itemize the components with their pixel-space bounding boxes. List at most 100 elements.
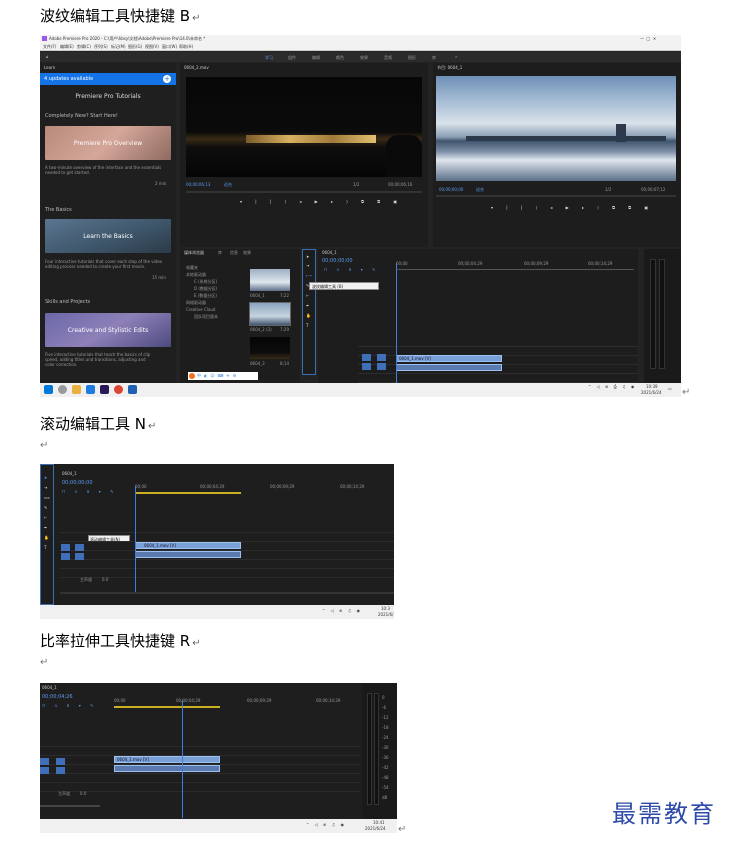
work-area-bar[interactable] — [135, 492, 241, 494]
timeline-tab[interactable]: 0604_1 — [62, 471, 77, 476]
playhead[interactable] — [135, 486, 136, 594]
menu-item-clip[interactable]: 剪辑(C) — [77, 44, 91, 50]
type-tool-icon[interactable]: T — [44, 545, 46, 550]
tree-item-network[interactable]: 网络驱动器 — [186, 300, 206, 306]
source-fit[interactable]: 适合 — [224, 182, 232, 188]
more-workspaces-icon[interactable]: » — [455, 54, 457, 59]
word-icon[interactable] — [128, 385, 137, 394]
tree-item-e-drive[interactable]: E (数据分区) — [194, 293, 217, 299]
program-scrub-bar[interactable] — [436, 195, 676, 197]
slip-tool-icon[interactable]: ⊢ — [44, 515, 47, 520]
start-icon[interactable] — [44, 385, 53, 394]
track-target-v1[interactable] — [362, 354, 371, 361]
menu-item-help[interactable]: 帮助(H) — [179, 44, 193, 50]
panel-tab-info[interactable]: 信息 — [230, 250, 238, 256]
search-icon[interactable] — [58, 385, 67, 394]
tutorial-card-basics[interactable]: Learn the Basics — [45, 219, 171, 253]
audio-clip[interactable] — [396, 364, 502, 371]
track-select-tool-icon[interactable]: ⇥ — [44, 485, 47, 490]
track-select-tool-icon[interactable]: ⇥ — [306, 263, 309, 268]
video-clip[interactable]: 0604_1.mov [V] — [396, 355, 502, 362]
workspace-tab-graphics[interactable]: 图形 — [408, 55, 416, 61]
panel-tab-effects[interactable]: 效果 — [243, 250, 251, 256]
hand-tool-icon[interactable]: ✋ — [306, 313, 311, 318]
track-target-a1-alt[interactable] — [377, 363, 386, 370]
timeline-scrollbar[interactable] — [40, 805, 100, 807]
window-controls[interactable]: — □ ✕ — [640, 36, 656, 41]
track-target-v1-alt[interactable] — [56, 758, 65, 765]
program-transport-controls[interactable]: ▾ | | ⟨ ◂ ▶ ▸ ⟩ ⧉ ⧉ ▣ — [491, 205, 654, 210]
media-thumbnail[interactable] — [250, 269, 290, 291]
timeline-toolbar-icons[interactable]: ⊓ ∩ ⊻ ▾ ✎ — [62, 489, 117, 494]
explorer-icon[interactable] — [72, 385, 81, 394]
video-clip[interactable]: 0604_1.mov [V] — [114, 756, 220, 763]
selection-tool-icon[interactable]: ➤ — [306, 254, 309, 259]
tray-icons[interactable]: ⌃ ◁ ⊕ ♫ ◉ — [322, 608, 362, 613]
notification-icon[interactable]: ▭ — [668, 386, 672, 391]
workspace-tab-effects[interactable]: 效果 — [360, 55, 368, 61]
tree-item-creative-cloud[interactable]: Creative Cloud — [186, 307, 215, 312]
tree-item-team-projects[interactable]: 团队项目版本 — [194, 314, 218, 320]
workspace-tab-libraries[interactable]: 库 — [432, 55, 436, 61]
menu-item-window[interactable]: 窗口(W) — [162, 44, 177, 50]
timeline-toolbar-icons[interactable]: ⊓ ∩ ⊻ ▾ ✎ — [42, 703, 97, 708]
timeline-tab[interactable]: 0604_1 — [322, 250, 337, 255]
program-fit[interactable]: 适合 — [476, 187, 484, 193]
timeline-scrollbar[interactable] — [60, 592, 394, 594]
learn-tab[interactable]: Learn — [44, 65, 55, 70]
ime-toolbar[interactable]: 中◐☺⌨✈⚙ — [188, 372, 258, 380]
track-target-a1[interactable] — [61, 553, 70, 560]
playhead[interactable] — [182, 700, 183, 818]
time-ruler[interactable] — [396, 269, 634, 270]
premiere-icon[interactable] — [100, 385, 109, 394]
source-tab[interactable]: 0604_2.mov — [184, 65, 209, 70]
hand-tool-icon[interactable]: ✋ — [44, 535, 49, 540]
track-target-a1-alt[interactable] — [56, 767, 65, 774]
track-target-a1[interactable] — [362, 363, 371, 370]
pen-tool-icon[interactable]: ✒ — [44, 525, 47, 530]
workspace-tab-assembly[interactable]: 组件 — [288, 55, 296, 61]
work-area-bar[interactable] — [114, 706, 220, 708]
timeline-toolbar-icons[interactable]: ⊓ ∩ ⊻ ▾ ✎ — [324, 267, 379, 272]
ripple-edit-tool-icon[interactable]: ⟷ — [306, 273, 312, 278]
workspace-tab-editing[interactable]: 编辑 — [312, 55, 320, 61]
workspace-tab-learn[interactable]: 学习 — [265, 55, 273, 61]
audio-clip[interactable] — [135, 551, 241, 558]
video-clip[interactable]: 0604_1.mov [V] — [135, 542, 241, 549]
workspace-tab-color[interactable]: 颜色 — [336, 55, 344, 61]
media-thumbnail[interactable] — [250, 337, 290, 359]
track-target-v1[interactable] — [40, 758, 49, 765]
updates-banner[interactable]: 4 updates available + — [40, 73, 176, 85]
tutorial-card-creative[interactable]: Creative and Stylistic Edits — [45, 313, 171, 347]
source-transport-controls[interactable]: ▾ | | ⟨ ◂ ▶ ▸ ⟩ ⧉ ⧉ ▣ — [240, 199, 403, 204]
track-target-a1[interactable] — [40, 767, 49, 774]
slip-tool-icon[interactable]: ⊢ — [306, 293, 309, 298]
tree-item-c-drive[interactable]: C (系统分区) — [194, 279, 217, 285]
panel-tab-libraries[interactable]: 库 — [218, 250, 222, 256]
rolling-edit-tool-icon[interactable]: ⟺ — [44, 495, 50, 500]
timeline-tab[interactable]: 0604_1 — [42, 685, 57, 690]
menu-item-edit[interactable]: 编辑(E) — [60, 44, 74, 50]
program-tab[interactable]: 节目: 0604_1 — [437, 65, 462, 71]
panel-tab-media-browser[interactable]: 媒体浏览器 — [184, 250, 204, 256]
menu-item-file[interactable]: 文件(F) — [43, 44, 56, 50]
tree-item-d-drive[interactable]: D (数据分区) — [194, 286, 217, 292]
menu-item-view[interactable]: 视图(V) — [145, 44, 159, 50]
type-tool-icon[interactable]: T — [306, 323, 308, 328]
tree-item-favorites[interactable]: 收藏夹 — [186, 265, 198, 271]
tutorial-card-overview[interactable]: Premiere Pro Overview — [45, 126, 171, 160]
ime-tool-icons[interactable]: 中◐☺⌨✈⚙ — [197, 373, 239, 379]
workspace-tab-audio[interactable]: 音频 — [384, 55, 392, 61]
track-target-v1-alt[interactable] — [377, 354, 386, 361]
track-target-a1-alt[interactable] — [75, 553, 84, 560]
menu-item-marker[interactable]: 标记(M) — [111, 44, 126, 50]
menu-item-sequence[interactable]: 序列(S) — [94, 44, 108, 50]
pen-tool-icon[interactable]: ✒ — [306, 303, 309, 308]
media-thumbnail[interactable] — [249, 302, 291, 326]
add-icon[interactable]: + — [163, 75, 171, 83]
home-icon[interactable]: ⌂ — [46, 54, 49, 59]
chrome-icon[interactable] — [114, 385, 123, 394]
razor-tool-icon[interactable]: ✎ — [44, 505, 47, 510]
source-scrub-bar[interactable] — [186, 191, 422, 193]
tray-icons[interactable]: ⌃ ◁ ⊕ ♫ ◉ — [306, 822, 346, 827]
